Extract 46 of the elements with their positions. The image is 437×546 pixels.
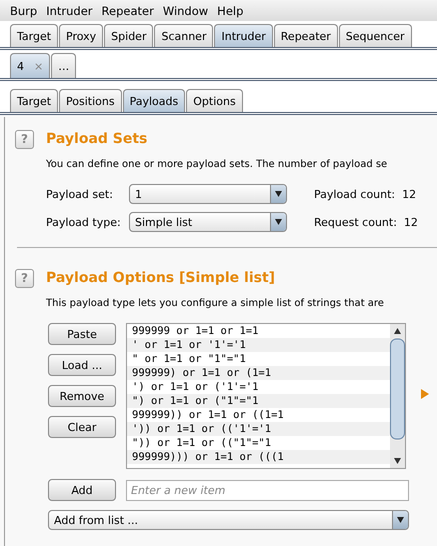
- section-description: You can define one or more payload sets. The number of payload se: [46, 159, 388, 170]
- dropdown[interactable]: 1: [129, 184, 287, 204]
- menu-item[interactable]: Burp: [6, 4, 42, 18]
- dropdown[interactable]: Simple list: [129, 212, 287, 232]
- section-title: Payload Sets: [46, 131, 148, 147]
- tab[interactable]: 4 ×: [10, 53, 50, 78]
- list-button[interactable]: Load ...: [48, 354, 116, 376]
- count-label: Request count: 12: [314, 216, 418, 228]
- field-label: Payload type:: [46, 216, 122, 228]
- tab[interactable]: Intruder: [214, 24, 273, 47]
- section-description: This payload type lets you configure a simple list of strings that are: [46, 298, 385, 309]
- tab-label: 4: [17, 60, 24, 72]
- list-item[interactable]: ' or 1=1 or '1'='1: [127, 338, 390, 352]
- tab[interactable]: Positions: [59, 89, 122, 112]
- scrollbar[interactable]: [390, 324, 405, 468]
- dropdown[interactable]: Add from list ...: [48, 510, 409, 530]
- tab[interactable]: Payloads: [122, 89, 186, 112]
- field-label: Payload set:: [46, 188, 114, 200]
- menu-item[interactable]: Intruder: [42, 4, 98, 18]
- tab[interactable]: Scanner: [154, 24, 214, 47]
- tab[interactable]: Sequencer: [338, 24, 412, 47]
- count-label: Payload count: 12: [314, 188, 416, 200]
- section-title: Payload Options [Simple list]: [46, 270, 276, 286]
- list-item[interactable]: 999999) or 1=1 or (1=1: [127, 366, 390, 380]
- tab[interactable]: Target: [10, 24, 58, 47]
- list-button[interactable]: Paste: [48, 323, 116, 345]
- list-item[interactable]: ") or 1=1 or ("1"="1: [127, 394, 390, 408]
- expand-arrow-icon[interactable]: [421, 389, 429, 399]
- menu-item[interactable]: Repeater: [98, 4, 159, 18]
- tab[interactable]: Spider: [104, 24, 154, 47]
- list-item[interactable]: ')) or 1=1 or (('1'='1: [127, 422, 390, 436]
- list-button[interactable]: Clear: [48, 416, 116, 438]
- caret-icon: [270, 213, 286, 231]
- add-button[interactable]: Add: [48, 479, 116, 501]
- caret-icon: [392, 511, 408, 529]
- menu-item[interactable]: Window: [158, 4, 214, 18]
- list-button[interactable]: Remove: [48, 385, 116, 407]
- tab[interactable]: …: [51, 53, 76, 78]
- tab[interactable]: Options: [186, 89, 243, 112]
- tab[interactable]: Proxy: [59, 24, 104, 47]
- caret-icon: [270, 185, 286, 203]
- tab[interactable]: Repeater: [274, 24, 338, 47]
- input-field[interactable]: Enter a new item: [126, 480, 409, 500]
- menu-item[interactable]: Help: [213, 4, 248, 18]
- tab[interactable]: Target: [10, 89, 58, 112]
- list-item[interactable]: 999999))) or 1=1 or (((1: [127, 450, 390, 464]
